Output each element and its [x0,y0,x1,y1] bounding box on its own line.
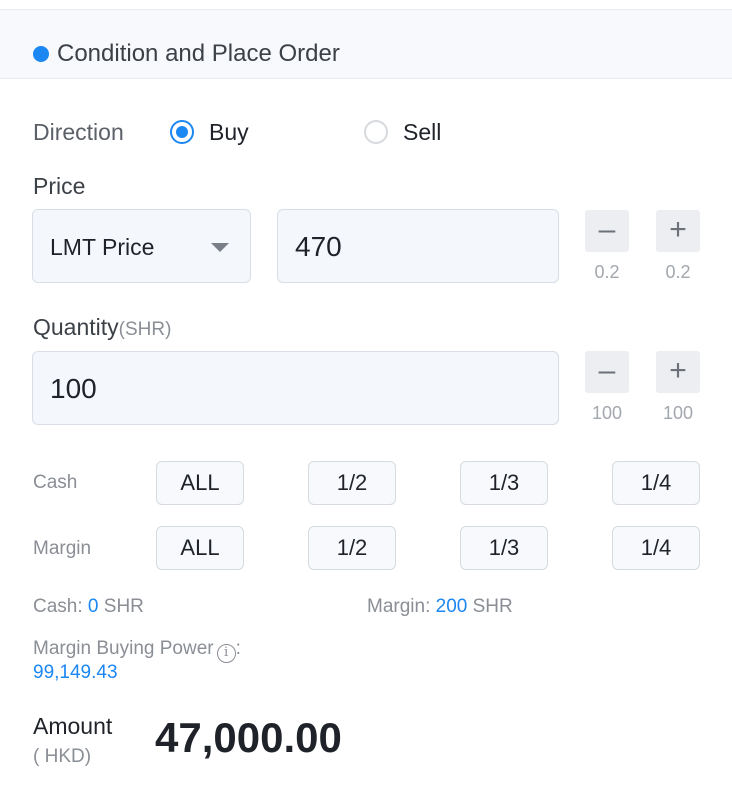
buying-power-value: 99,149.43 [33,662,118,683]
price-plus-step: 0.2 [665,262,691,282]
price-minus-button[interactable]: – [585,210,629,252]
margin-summary-unit: SHR [472,596,513,617]
cash-half-button[interactable]: 1/2 [308,461,396,505]
quantity-plus-step: 100 [662,403,694,423]
margin-third-button[interactable]: 1/3 [460,526,548,570]
chevron-down-icon [211,243,229,252]
info-icon[interactable]: i [216,644,236,663]
quantity-minus-button[interactable]: – [585,351,629,393]
section-header: Condition and Place Order [0,9,732,79]
quantity-label-text: Quantity [33,314,119,340]
section-title: Condition and Place Order [57,40,340,67]
cash-third-button[interactable]: 1/3 [460,461,548,505]
price-label: Price [33,173,86,199]
margin-half-button[interactable]: 1/2 [308,526,396,570]
price-input[interactable]: 470 [277,209,559,283]
sell-radio-label[interactable]: Sell [403,118,441,146]
buy-radio-label[interactable]: Buy [209,118,249,146]
price-input-value: 470 [295,231,342,262]
price-type-value: LMT Price [50,234,155,260]
price-minus-step: 0.2 [594,262,620,282]
buying-power-label: Margin Buying Power [33,638,214,659]
margin-summary-value: 200 [435,596,468,617]
cash-row-label: Cash [33,472,78,493]
cash-all-button[interactable]: ALL [156,461,244,505]
cash-summary-unit: SHR [103,596,144,617]
quantity-minus-step: 100 [591,403,623,423]
amount-value: 47,000.00 [155,714,342,761]
cash-quarter-button[interactable]: 1/4 [612,461,700,505]
margin-summary-label: Margin: [367,596,431,617]
quantity-input-value: 100 [50,373,97,404]
quantity-plus-button[interactable]: + [656,351,700,393]
margin-all-button[interactable]: ALL [156,526,244,570]
price-type-select[interactable]: LMT Price [32,209,251,283]
margin-quantity-summary: Margin: 200 SHR [367,595,513,619]
price-plus-button[interactable]: + [656,210,700,252]
cash-quantity-summary: Cash: 0 SHR [33,595,144,619]
quantity-input[interactable]: 100 [32,351,559,425]
amount-label: Amount [33,713,113,739]
direction-label: Direction [33,119,124,145]
cash-summary-label: Cash: [33,596,83,617]
quantity-unit: (SHR) [118,319,172,340]
cash-summary-value: 0 [87,596,99,617]
sell-radio[interactable] [364,120,388,144]
margin-row-label: Margin [33,538,92,559]
amount-currency: ( HKD) [33,746,92,767]
quantity-label: Quantity(SHR) [33,313,171,344]
buying-power-colon: : [235,638,241,659]
section-dot-icon [33,46,49,62]
buy-radio[interactable] [170,120,194,144]
margin-quarter-button[interactable]: 1/4 [612,526,700,570]
buying-power-label-row: Margin Buying Power i: [33,637,241,663]
